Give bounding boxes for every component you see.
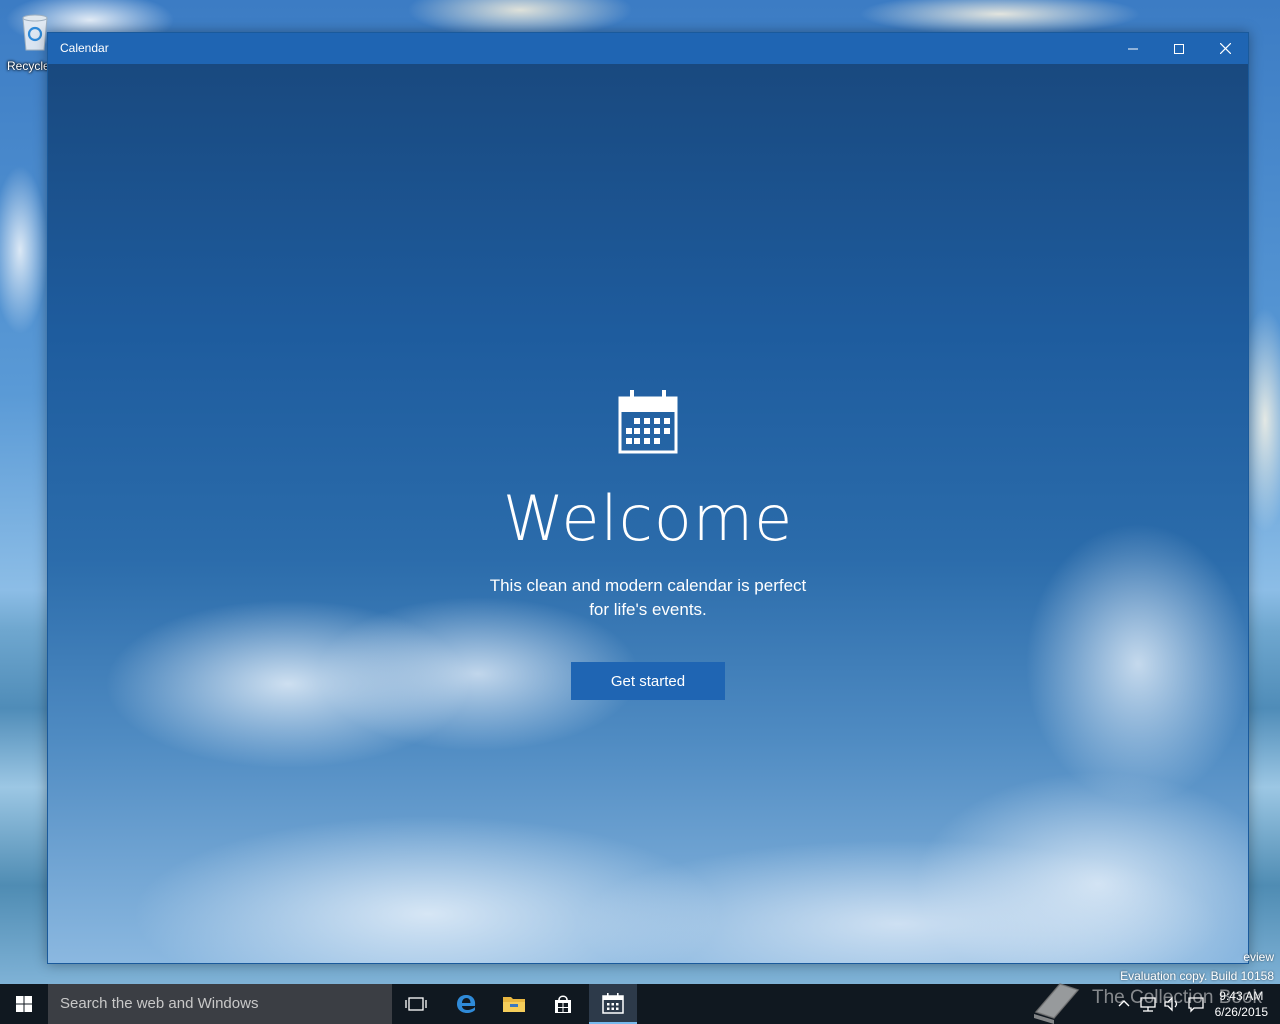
edge-button[interactable]: [442, 984, 490, 1024]
title-bar[interactable]: Calendar: [48, 33, 1248, 64]
minimize-icon: [1128, 48, 1138, 49]
welcome-panel: Welcome This clean and modern calendar i…: [48, 64, 1248, 963]
window-title: Calendar: [60, 41, 109, 55]
minimize-button[interactable]: [1110, 33, 1156, 64]
recycle-bin[interactable]: Recycle: [6, 8, 52, 78]
close-icon: [1219, 43, 1231, 54]
brand-overlay: The Collection Book: [1030, 978, 1280, 1024]
recycle-bin-label: Recycle: [7, 59, 50, 73]
welcome-title: Welcome: [502, 482, 794, 555]
welcome-subtitle-line1: This clean and modern calendar is perfec…: [489, 576, 807, 595]
welcome-subtitle: This clean and modern calendar is perfec…: [48, 574, 1248, 622]
taskbar-search-box[interactable]: Search the web and Windows: [48, 984, 392, 1024]
store-icon: [555, 995, 571, 1013]
maximize-icon: [1174, 43, 1184, 54]
calendar-taskbar-button[interactable]: [589, 984, 637, 1024]
file-explorer-icon: [503, 997, 525, 1012]
edge-icon: [457, 995, 476, 1013]
store-button[interactable]: [539, 984, 587, 1024]
book-logo-icon: [1034, 983, 1080, 1024]
recycle-bin-icon: [22, 14, 48, 51]
close-button[interactable]: [1202, 33, 1248, 64]
start-button[interactable]: [0, 984, 48, 1024]
maximize-button[interactable]: [1156, 33, 1202, 64]
brand-text: The Collection Book: [1092, 987, 1263, 1008]
calendar-window: Calendar Welcome This clean and modern c…: [47, 32, 1249, 964]
watermark-line1: eview: [1243, 950, 1274, 964]
calendar-icon: [602, 993, 624, 1014]
get-started-button[interactable]: Get started: [571, 662, 725, 700]
welcome-subtitle-line2: for life's events.: [589, 600, 707, 619]
windows-logo-icon: [16, 996, 32, 1012]
calendar-icon: [618, 390, 678, 454]
file-explorer-button[interactable]: [490, 984, 538, 1024]
task-view-icon: [405, 997, 427, 1011]
task-view-button[interactable]: [392, 984, 440, 1024]
